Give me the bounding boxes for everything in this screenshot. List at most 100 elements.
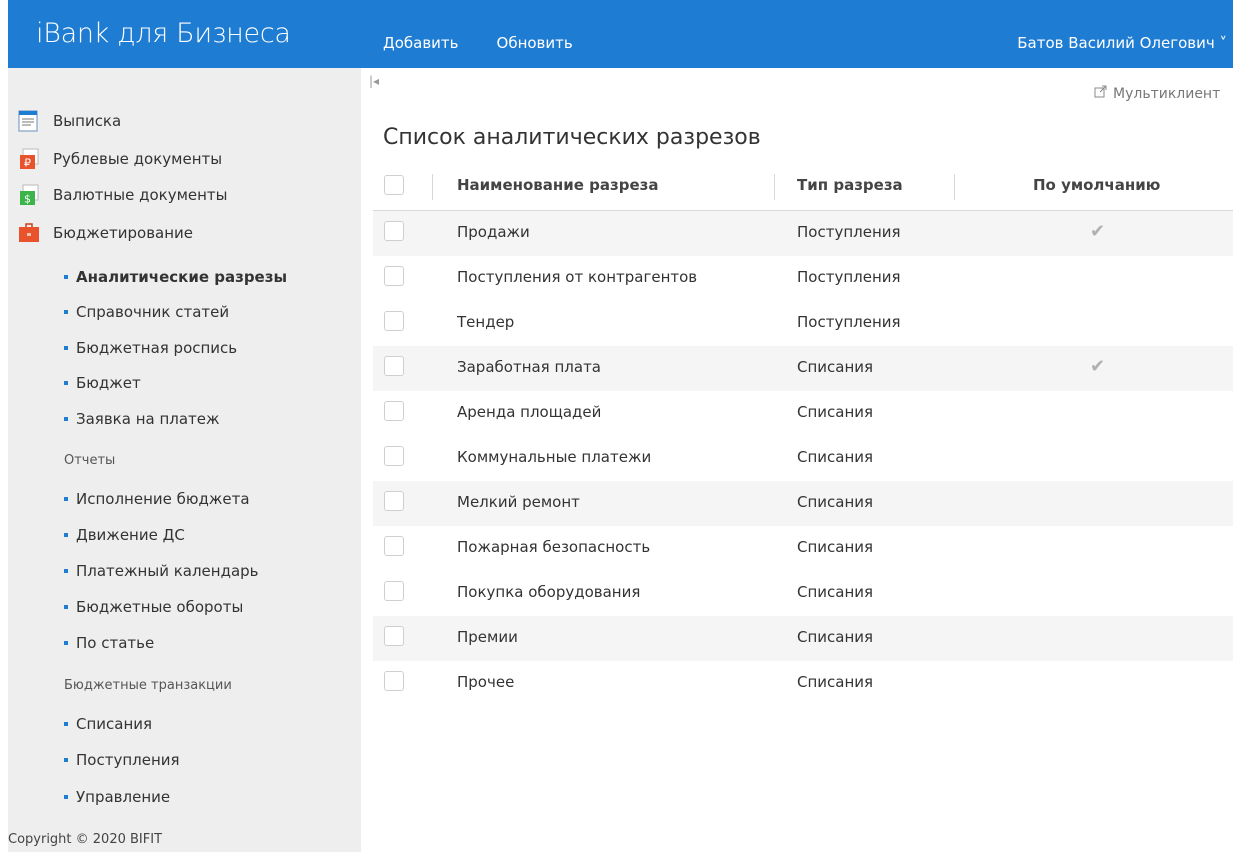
bullet-icon bbox=[64, 381, 68, 385]
table-row[interactable]: Покупка оборудования Списания bbox=[373, 571, 1233, 616]
cell-name: Заработная плата bbox=[457, 358, 601, 376]
collapse-sidebar-icon[interactable]: |◂ bbox=[369, 74, 379, 88]
sidebar-item-label: Аналитические разрезы bbox=[76, 268, 288, 286]
sidebar-item-ruble-documents[interactable]: ₽ Рублевые документы bbox=[18, 148, 222, 170]
table-row[interactable]: Мелкий ремонт Списания bbox=[373, 481, 1233, 526]
row-checkbox[interactable] bbox=[384, 491, 404, 511]
sidebar-item-label: Исполнение бюджета bbox=[76, 490, 250, 508]
sidebar-item-budget-schedule[interactable]: Бюджетная роспись bbox=[64, 339, 237, 357]
cell-type: Поступления bbox=[797, 223, 901, 241]
cell-type: Списания bbox=[797, 538, 874, 556]
top-actions: Добавить Обновить bbox=[383, 34, 573, 52]
cell-name: Аренда площадей bbox=[457, 403, 602, 421]
row-checkbox[interactable] bbox=[384, 266, 404, 286]
svg-text:₽: ₽ bbox=[24, 157, 31, 170]
multiclient-link[interactable]: Мультиклиент bbox=[1094, 84, 1220, 102]
bullet-icon bbox=[64, 641, 68, 645]
table-row[interactable]: Продажи Поступления ✔ bbox=[373, 211, 1233, 256]
cell-name: Покупка оборудования bbox=[457, 583, 641, 601]
table-row[interactable]: Поступления от контрагентов Поступления bbox=[373, 256, 1233, 301]
sidebar-item-payment-request[interactable]: Заявка на платеж bbox=[64, 410, 220, 428]
ruble-documents-icon: ₽ bbox=[18, 148, 40, 170]
bullet-icon bbox=[64, 346, 68, 350]
table-row[interactable]: Заработная плата Списания ✔ bbox=[373, 346, 1233, 391]
sidebar-item-write-offs[interactable]: Списания bbox=[64, 715, 152, 733]
refresh-button[interactable]: Обновить bbox=[497, 34, 573, 52]
default-check-icon: ✔ bbox=[1090, 221, 1106, 242]
sidebar-item-receipts[interactable]: Поступления bbox=[64, 751, 180, 769]
sidebar-item-articles[interactable]: Справочник статей bbox=[64, 303, 229, 321]
row-checkbox[interactable] bbox=[384, 626, 404, 646]
row-checkbox[interactable] bbox=[384, 401, 404, 421]
row-checkbox[interactable] bbox=[384, 581, 404, 601]
sidebar-item-statement[interactable]: Выписка bbox=[18, 110, 121, 132]
table-row[interactable]: Тендер Поступления bbox=[373, 301, 1233, 346]
sidebar-item-label: Движение ДС bbox=[76, 526, 185, 544]
sidebar-item-management[interactable]: Управление bbox=[64, 788, 170, 806]
sidebar-item-label: Поступления bbox=[76, 751, 180, 769]
user-menu[interactable]: Батов Василий Олегович ˅ bbox=[1017, 34, 1227, 52]
sidebar-item-label: Справочник статей bbox=[76, 303, 230, 321]
add-button[interactable]: Добавить bbox=[383, 34, 459, 52]
bullet-icon bbox=[64, 497, 68, 501]
transactions-group-title: Бюджетные транзакции bbox=[64, 678, 232, 693]
sidebar-item-analytic-sections[interactable]: Аналитические разрезы bbox=[64, 268, 287, 286]
cell-name: Поступления от контрагентов bbox=[457, 268, 698, 286]
bullet-icon bbox=[64, 722, 68, 726]
row-checkbox[interactable] bbox=[384, 221, 404, 241]
statement-icon bbox=[18, 110, 40, 132]
brand-logo[interactable]: iBank для Бизнеса bbox=[36, 18, 291, 49]
reports-group-title: Отчеты bbox=[64, 453, 116, 468]
sidebar-item-budgeting[interactable]: Бюджетирование bbox=[18, 222, 193, 244]
multiclient-label: Мультиклиент bbox=[1113, 86, 1221, 102]
column-header-default[interactable]: По умолчанию bbox=[1033, 176, 1160, 194]
default-check-icon: ✔ bbox=[1090, 356, 1106, 377]
sidebar-item-by-article[interactable]: По статье bbox=[64, 634, 154, 652]
cell-name: Коммунальные платежи bbox=[457, 448, 652, 466]
top-bar: iBank для Бизнеса Добавить Обновить Бато… bbox=[0, 0, 1233, 68]
row-checkbox[interactable] bbox=[384, 311, 404, 331]
sidebar-item-currency-documents[interactable]: $ Валютные документы bbox=[18, 184, 228, 206]
external-link-icon bbox=[1094, 84, 1108, 102]
select-all-checkbox[interactable] bbox=[384, 175, 404, 195]
row-checkbox[interactable] bbox=[384, 671, 404, 691]
bullet-icon bbox=[64, 310, 68, 314]
cell-type: Поступления bbox=[797, 268, 901, 286]
column-header-type[interactable]: Тип разреза bbox=[797, 176, 903, 194]
sidebar-item-label: Рублевые документы bbox=[53, 150, 223, 168]
budget-briefcase-icon bbox=[18, 222, 40, 244]
column-divider bbox=[954, 174, 955, 200]
sidebar: Выписка ₽ Рублевые документы $ Валютные … bbox=[8, 68, 361, 852]
table-row[interactable]: Прочее Списания bbox=[373, 661, 1233, 706]
sidebar-item-label: Выписка bbox=[53, 112, 122, 130]
table-row[interactable]: Коммунальные платежи Списания bbox=[373, 436, 1233, 481]
svg-text:$: $ bbox=[24, 193, 31, 206]
cell-name: Премии bbox=[457, 628, 518, 646]
cell-type: Списания bbox=[797, 493, 874, 511]
row-checkbox[interactable] bbox=[384, 536, 404, 556]
table-row[interactable]: Аренда площадей Списания bbox=[373, 391, 1233, 436]
sidebar-item-budget-execution[interactable]: Исполнение бюджета bbox=[64, 490, 250, 508]
cell-type: Списания bbox=[797, 628, 874, 646]
bullet-icon bbox=[64, 605, 68, 609]
cell-type: Списания bbox=[797, 673, 874, 691]
column-header-name[interactable]: Наименование разреза bbox=[457, 176, 659, 194]
currency-documents-icon: $ bbox=[18, 184, 40, 206]
sidebar-item-payment-calendar[interactable]: Платежный календарь bbox=[64, 562, 259, 580]
sidebar-item-label: Управление bbox=[76, 788, 171, 806]
sidebar-item-budget-turnovers[interactable]: Бюджетные обороты bbox=[64, 598, 243, 616]
sidebar-item-label: Бюджетирование bbox=[53, 224, 194, 242]
table-header: Наименование разреза Тип разреза По умол… bbox=[373, 164, 1233, 211]
top-bar-edge bbox=[0, 0, 8, 68]
cell-type: Списания bbox=[797, 583, 874, 601]
table-row[interactable]: Пожарная безопасность Списания bbox=[373, 526, 1233, 571]
row-checkbox[interactable] bbox=[384, 446, 404, 466]
cell-type: Списания bbox=[797, 448, 874, 466]
cell-type: Поступления bbox=[797, 313, 901, 331]
sidebar-item-cash-flow[interactable]: Движение ДС bbox=[64, 526, 185, 544]
sidebar-item-budget[interactable]: Бюджет bbox=[64, 374, 141, 392]
cell-type: Списания bbox=[797, 403, 874, 421]
row-checkbox[interactable] bbox=[384, 356, 404, 376]
table-row[interactable]: Премии Списания bbox=[373, 616, 1233, 661]
bullet-icon bbox=[64, 758, 68, 762]
